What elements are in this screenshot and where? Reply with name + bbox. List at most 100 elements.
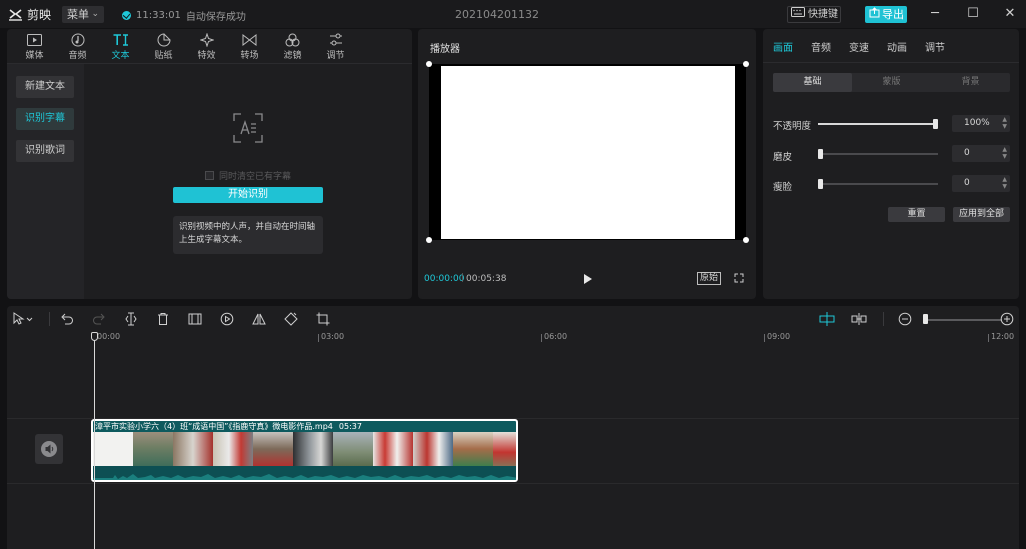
crop-handle-bottom-left[interactable] xyxy=(426,237,432,243)
start-recognition-button[interactable]: 开始识别 xyxy=(173,187,323,203)
delete-icon[interactable] xyxy=(156,312,170,326)
properties-panel: 画面 音频 变速 动画 调节 基础 蒙版 背景 不透明度 100% ▲ ▼ 磨皮 … xyxy=(763,29,1019,299)
smooth-slider-thumb[interactable] xyxy=(818,149,823,159)
video-preview[interactable] xyxy=(429,64,746,240)
clip-thumbnail xyxy=(293,432,333,466)
slim-face-value-field[interactable]: 0 ▲ ▼ xyxy=(952,175,1010,192)
reverse-icon[interactable] xyxy=(220,312,234,326)
tab-picture[interactable]: 画面 xyxy=(773,39,793,54)
tab-speed[interactable]: 变速 xyxy=(849,39,869,54)
clip-thumbnail xyxy=(93,432,133,466)
clip-thumbnail xyxy=(373,432,413,466)
opacity-value-field[interactable]: 100% ▲ ▼ xyxy=(952,115,1010,132)
export-button[interactable]: 导出 xyxy=(865,6,907,23)
crop-icon[interactable] xyxy=(316,312,330,326)
clip-duration: 05:37 xyxy=(338,422,362,431)
clear-existing-checkbox[interactable] xyxy=(205,171,214,180)
app-name: 剪映 xyxy=(27,8,52,22)
aspect-ratio-button[interactable]: 原始 xyxy=(697,272,721,285)
shortcut-label: 快捷键 xyxy=(808,9,838,20)
freeze-frame-icon[interactable] xyxy=(188,312,202,326)
opacity-slider[interactable] xyxy=(818,119,938,129)
effects-icon xyxy=(199,32,215,47)
new-text-button[interactable]: 新建文本 xyxy=(16,76,74,98)
zoom-out-icon[interactable] xyxy=(898,312,912,326)
video-clip[interactable]: 漳平市实验小学六（4）班“成语中国”《指鹿守真》微电影作品.mp4 05:37 xyxy=(91,419,518,482)
redo-icon[interactable] xyxy=(92,312,106,326)
app-window: 剪映 菜单 ⌄ 11:33:01 自动保存成功 202104201132 快捷键… xyxy=(0,0,1026,549)
crop-handle-top-right[interactable] xyxy=(743,61,749,67)
playhead-handle[interactable] xyxy=(91,332,98,341)
export-label: 导出 xyxy=(882,8,904,21)
subtab-basic[interactable]: 基础 xyxy=(773,73,852,92)
menu-button[interactable]: 菜单 ⌄ xyxy=(62,6,104,23)
text-icon xyxy=(113,32,129,47)
smooth-value-field[interactable]: 0 ▲ ▼ xyxy=(952,145,1010,162)
maximize-icon[interactable]: ☐ xyxy=(963,4,983,24)
subtab-background[interactable]: 背景 xyxy=(931,73,1010,92)
apply-all-button[interactable]: 应用到全部 xyxy=(953,207,1010,222)
save-status: 11:33:01 自动保存成功 xyxy=(122,8,246,23)
reset-button[interactable]: 重置 xyxy=(888,207,945,222)
track-audio-toggle[interactable] xyxy=(35,434,63,464)
materials-tabs: 媒体 音频 文本 贴纸 特效 转场 滤镜 调节 xyxy=(7,29,412,63)
rotate-icon[interactable] xyxy=(284,312,298,326)
shortcut-button[interactable]: 快捷键 xyxy=(787,6,841,23)
fullscreen-icon[interactable] xyxy=(734,273,744,283)
zoom-slider[interactable] xyxy=(925,319,1002,321)
player-title: 播放器 xyxy=(430,44,460,55)
tab-animation[interactable]: 动画 xyxy=(887,39,907,54)
crop-handle-bottom-right[interactable] xyxy=(743,237,749,243)
slim-face-slider[interactable] xyxy=(818,179,938,189)
clear-existing-option[interactable]: 同时清空已有字幕 xyxy=(205,169,291,182)
opacity-slider-thumb[interactable] xyxy=(933,119,938,129)
zoom-slider-thumb[interactable] xyxy=(923,314,928,324)
time-separator: | xyxy=(461,273,465,283)
undo-icon[interactable] xyxy=(60,312,74,326)
snap-icon[interactable] xyxy=(819,312,835,326)
tab-adjust[interactable]: 调节 xyxy=(314,29,357,63)
chevron-down-icon: ⌄ xyxy=(91,9,99,19)
zoom-in-icon[interactable] xyxy=(1000,312,1014,326)
recognize-subtitles-button[interactable]: 识别字幕 xyxy=(16,108,74,130)
opacity-value: 100% xyxy=(964,118,990,128)
tab-effects[interactable]: 特效 xyxy=(185,29,228,63)
tab-audio[interactable]: 音频 xyxy=(56,29,99,63)
stepper-icon[interactable]: ▲ ▼ xyxy=(1002,146,1007,160)
mirror-icon[interactable] xyxy=(252,312,266,326)
clip-thumbnail xyxy=(493,432,516,466)
minimize-icon[interactable]: ─ xyxy=(925,4,945,24)
tab-media[interactable]: 媒体 xyxy=(13,29,56,63)
play-icon[interactable] xyxy=(583,273,593,285)
tab-effects-label: 特效 xyxy=(197,51,216,61)
select-cursor-icon[interactable] xyxy=(13,312,33,326)
link-clips-icon[interactable] xyxy=(851,312,867,326)
recognize-lyrics-button[interactable]: 识别歌词 xyxy=(16,140,74,162)
slim-face-value: 0 xyxy=(964,178,970,188)
picture-subtabs: 基础 蒙版 背景 xyxy=(773,73,1010,92)
tab-sticker[interactable]: 贴纸 xyxy=(142,29,185,63)
recognition-description: 识别视频中的人声，并自动在时间轴上生成字幕文本。 xyxy=(173,216,323,254)
check-circle-icon xyxy=(122,11,131,20)
tab-filter-label: 滤镜 xyxy=(283,51,302,61)
slim-face-slider-thumb[interactable] xyxy=(818,179,823,189)
smooth-slider[interactable] xyxy=(818,149,938,159)
time-ruler[interactable]: 00:00 03:00 06:00 09:00 12:00 xyxy=(7,332,1019,344)
timeline-toolbar xyxy=(7,306,1019,332)
tab-audio-props[interactable]: 音频 xyxy=(811,39,831,54)
tab-text[interactable]: 文本 xyxy=(99,29,142,63)
clear-existing-label: 同时清空已有字幕 xyxy=(219,172,292,182)
clip-name: 漳平市实验小学六（4）班“成语中国”《指鹿守真》微电影作品.mp4 xyxy=(95,422,333,431)
tab-transition-label: 转场 xyxy=(240,51,259,61)
clip-label: 漳平市实验小学六（4）班“成语中国”《指鹿守真》微电影作品.mp4 05:37 xyxy=(95,421,362,432)
tab-transition[interactable]: 转场 xyxy=(228,29,271,63)
smooth-value: 0 xyxy=(964,148,970,158)
stepper-icon[interactable]: ▲ ▼ xyxy=(1002,116,1007,130)
close-icon[interactable]: ✕ xyxy=(1000,4,1020,24)
subtab-mask[interactable]: 蒙版 xyxy=(852,73,931,92)
crop-handle-top-left[interactable] xyxy=(426,61,432,67)
stepper-icon[interactable]: ▲ ▼ xyxy=(1002,176,1007,190)
tab-filter[interactable]: 滤镜 xyxy=(271,29,314,63)
split-icon[interactable] xyxy=(124,312,138,326)
tab-adjust-props[interactable]: 调节 xyxy=(925,39,945,54)
